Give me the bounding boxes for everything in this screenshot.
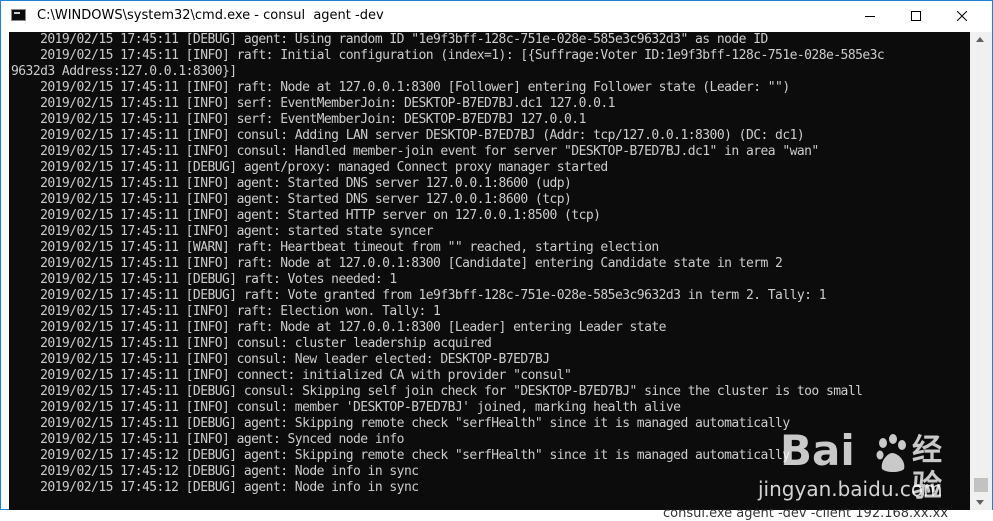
- console-line: 2019/02/15 17:45:11 [INFO] agent: Starte…: [11, 192, 572, 207]
- console-line: 2019/02/15 17:45:11 [INFO] serf: EventMe…: [11, 112, 586, 127]
- console-line: 2019/02/15 17:45:11 [DEBUG] agent: Using…: [11, 32, 768, 47]
- console-output[interactable]: 2019/02/15 17:45:11 [DEBUG] agent: Using…: [9, 32, 970, 510]
- cmd-window: C:\WINDOWS\system32\cmd.exe - consul age…: [0, 0, 993, 510]
- close-button[interactable]: [939, 1, 985, 31]
- console-line: 2019/02/15 17:45:12 [DEBUG] agent: Node …: [11, 480, 419, 495]
- console-line: 2019/02/15 17:45:11 [INFO] consul: New l…: [11, 352, 550, 367]
- close-icon: [957, 11, 967, 21]
- console-line: 2019/02/15 17:45:11 [DEBUG] raft: Vote g…: [11, 288, 826, 303]
- console-line: 2019/02/15 17:45:12 [DEBUG] agent: Node …: [11, 464, 419, 479]
- console-line: 2019/02/15 17:45:11 [INFO] connect: init…: [11, 368, 572, 383]
- scrollbar-thumb[interactable]: [974, 478, 988, 492]
- console-line: 2019/02/15 17:45:11 [DEBUG] agent: Skipp…: [11, 416, 790, 431]
- console-log: 2019/02/15 17:45:11 [DEBUG] agent: Using…: [9, 32, 970, 496]
- vertical-scrollbar[interactable]: [970, 32, 992, 510]
- console-line: 2019/02/15 17:45:11 [INFO] consul: membe…: [11, 400, 681, 415]
- cmd-app-icon[interactable]: [11, 9, 26, 21]
- console-line: 2019/02/15 17:45:11 [INFO] consul: clust…: [11, 336, 492, 351]
- console-line: 2019/02/15 17:45:11 [INFO] serf: EventMe…: [11, 96, 615, 111]
- console-line: 2019/02/15 17:45:11 [INFO] raft: Initial…: [11, 48, 885, 63]
- console-line: 2019/02/15 17:45:11 [DEBUG] agent/proxy:…: [11, 160, 608, 175]
- title-bar[interactable]: C:\WINDOWS\system32\cmd.exe - consul age…: [1, 1, 992, 31]
- maximize-button[interactable]: [893, 1, 939, 31]
- console-line: 2019/02/15 17:45:11 [INFO] consul: Handl…: [11, 144, 819, 159]
- console-line: 2019/02/15 17:45:12 [DEBUG] agent: Skipp…: [11, 448, 790, 463]
- scroll-up-icon[interactable]: [976, 37, 984, 42]
- minimize-icon: [865, 16, 875, 17]
- scroll-down-icon[interactable]: [976, 500, 984, 505]
- console-line: 2019/02/15 17:45:11 [INFO] agent: Starte…: [11, 208, 601, 223]
- minimize-button[interactable]: [847, 1, 893, 31]
- console-line: 2019/02/15 17:45:11 [DEBUG] consul: Skip…: [11, 384, 863, 399]
- console-line: 9632d3 Address:127.0.0.1:8300}]: [11, 64, 237, 79]
- console-line: 2019/02/15 17:45:11 [INFO] raft: Node at…: [11, 320, 666, 335]
- maximize-icon: [911, 11, 921, 21]
- console-line: 2019/02/15 17:45:11 [INFO] consul: Addin…: [11, 128, 805, 143]
- console-line: 2019/02/15 17:45:11 [INFO] agent: starte…: [11, 224, 434, 239]
- console-line: 2019/02/15 17:45:11 [INFO] raft: Node at…: [11, 256, 783, 271]
- console-line: 2019/02/15 17:45:11 [INFO] agent: Starte…: [11, 176, 572, 191]
- console-line: 2019/02/15 17:45:11 [INFO] raft: Electio…: [11, 304, 441, 319]
- background-window-text: consul.exe agent -dev -client 192.168.xx…: [663, 509, 949, 521]
- window-title: C:\WINDOWS\system32\cmd.exe - consul age…: [37, 8, 384, 23]
- console-line: 2019/02/15 17:45:11 [DEBUG] raft: Votes …: [11, 272, 397, 287]
- console-line: 2019/02/15 17:45:11 [INFO] agent: Synced…: [11, 432, 404, 447]
- console-line: 2019/02/15 17:45:11 [INFO] raft: Node at…: [11, 80, 790, 95]
- console-line: 2019/02/15 17:45:11 [WARN] raft: Heartbe…: [11, 240, 659, 255]
